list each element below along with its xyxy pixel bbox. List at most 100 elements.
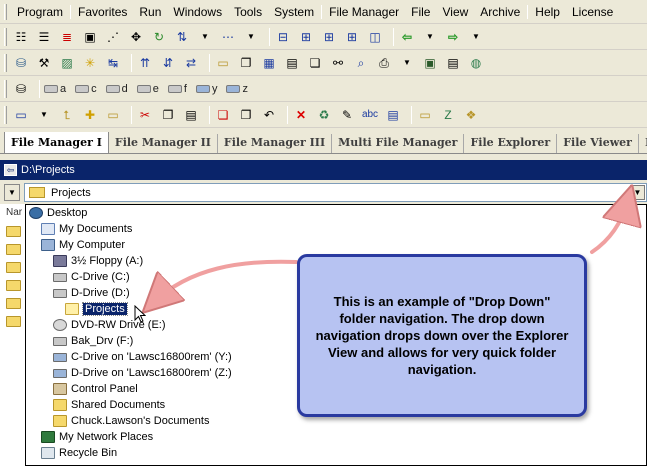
chevron-down-icon[interactable]: ▼	[242, 28, 260, 46]
tab-file-manager-2[interactable]: File Manager II	[109, 134, 218, 153]
menu-license[interactable]: License	[566, 2, 619, 22]
toolbar-grip[interactable]	[4, 54, 7, 72]
back-icon[interactable]: ⇦	[4, 164, 17, 176]
folder-up-icon[interactable]: ▭	[104, 106, 122, 124]
chevron-down-icon[interactable]: ▼	[467, 28, 485, 46]
swap-icon[interactable]: ⇄	[182, 54, 200, 72]
tree-item-shared-documents[interactable]: Shared Documents	[53, 397, 165, 413]
delete-icon[interactable]: ✕	[292, 106, 310, 124]
binoculars-icon[interactable]: ⚯	[329, 54, 347, 72]
forward-arrow-icon[interactable]: ⇨	[444, 28, 462, 46]
tree-item-floppy[interactable]: 3½ Floppy (A:)	[53, 253, 143, 269]
layout-four-icon[interactable]: ⊞	[343, 28, 361, 46]
cut-icon[interactable]: ✂	[136, 106, 154, 124]
paste-icon[interactable]: ▤	[182, 106, 200, 124]
drive-e-button[interactable]: e	[136, 80, 163, 98]
menu-view[interactable]: View	[436, 2, 474, 22]
document-icon[interactable]: ▤	[283, 54, 301, 72]
tree-item-network-drive-z[interactable]: D-Drive on 'Lawsc16800rem' (Z:)	[53, 365, 232, 381]
documents-icon[interactable]: ❏	[306, 54, 324, 72]
tree-item-bak-drive[interactable]: Bak_Drv (F:)	[53, 333, 133, 349]
folder-icon[interactable]: ▭	[214, 54, 232, 72]
tree-item-desktop[interactable]: Desktop	[29, 205, 87, 221]
tree-item-control-panel[interactable]: Control Panel	[53, 381, 138, 397]
chevron-down-icon[interactable]: ▼	[398, 54, 416, 72]
tree-item-network-drive-y[interactable]: C-Drive on 'Lawsc16800rem' (Y:)	[53, 349, 232, 365]
tab-folder-information[interactable]: Folder Inform	[639, 134, 647, 153]
chevron-down-icon[interactable]: ▼	[4, 184, 20, 201]
new-icon[interactable]: ✳	[81, 54, 99, 72]
back-arrow-icon[interactable]: ⇦	[398, 28, 416, 46]
search-icon[interactable]: ⌕	[352, 54, 370, 72]
copy-files-icon[interactable]: ❐	[237, 54, 255, 72]
console-icon[interactable]: ▤	[444, 54, 462, 72]
print-icon[interactable]: ⎙	[375, 54, 393, 72]
tree-item-d-drive[interactable]: D-Drive (D:)	[53, 285, 130, 301]
zip-icon[interactable]: Z	[439, 106, 457, 124]
list-view-icon[interactable]: ☰	[35, 28, 53, 46]
layout-three-icon[interactable]: ⊞	[320, 28, 338, 46]
drive-y-button[interactable]: y	[195, 80, 222, 98]
tools-icon[interactable]: ⚒	[35, 54, 53, 72]
menu-archive[interactable]: Archive	[474, 2, 526, 22]
menu-file[interactable]: File	[405, 2, 436, 22]
tree-item-c-drive[interactable]: C-Drive (C:)	[53, 269, 130, 285]
menu-run[interactable]: Run	[133, 2, 167, 22]
drive-d-button[interactable]: d	[105, 80, 132, 98]
explorer-list-pane[interactable]: Nar	[0, 204, 26, 466]
compare-icon[interactable]: ⇵	[159, 54, 177, 72]
menu-file-manager[interactable]: File Manager	[323, 2, 405, 22]
menu-help[interactable]: Help	[529, 2, 566, 22]
drive-f-button[interactable]: f	[167, 80, 191, 98]
folder-dropdown[interactable]: Projects ▼	[24, 183, 647, 202]
move-to-icon[interactable]: ❐	[237, 106, 255, 124]
image-icon[interactable]: ▨	[58, 54, 76, 72]
tab-file-manager-1[interactable]: File Manager I	[4, 132, 109, 153]
tree-item-dvd-drive[interactable]: DVD-RW Drive (E:)	[53, 317, 166, 333]
tab-file-manager-3[interactable]: File Manager III	[218, 134, 333, 153]
toolbar-grip[interactable]	[4, 80, 7, 98]
properties-icon[interactable]: ▤	[384, 106, 402, 124]
menu-program[interactable]: Program	[11, 2, 69, 22]
tree-item-recycle-bin[interactable]: Recycle Bin	[41, 445, 117, 461]
tree-item-user-documents[interactable]: Chuck.Lawson's Documents	[53, 413, 209, 429]
menu-tools[interactable]: Tools	[228, 2, 268, 22]
undo-icon[interactable]: ↶	[260, 106, 278, 124]
toolbar-grip[interactable]	[4, 106, 7, 124]
chevron-down-icon[interactable]: ▼	[421, 28, 439, 46]
up-folder-icon[interactable]: ⮤	[58, 106, 76, 124]
drive-z-button[interactable]: z	[226, 80, 252, 98]
details-view-icon[interactable]: ≣	[58, 28, 76, 46]
menu-system[interactable]: System	[268, 2, 320, 22]
tab-file-explorer[interactable]: File Explorer	[464, 134, 558, 153]
tab-multi-file-manager[interactable]: Multi File Manager	[332, 134, 465, 153]
tree-view-icon[interactable]: ☷	[12, 28, 30, 46]
tree-item-network-places[interactable]: My Network Places	[41, 429, 153, 445]
drives-icon[interactable]: ⛁	[12, 80, 30, 98]
chevron-down-icon[interactable]: ▼	[196, 28, 214, 46]
globe-icon[interactable]: ◍	[467, 54, 485, 72]
copy-to-icon[interactable]: ❏	[214, 106, 232, 124]
menu-grip[interactable]	[4, 3, 7, 20]
chevron-down-icon[interactable]: ▼	[35, 106, 53, 124]
recycle-icon[interactable]: ♻	[315, 106, 333, 124]
rename-icon[interactable]: ↹	[104, 54, 122, 72]
menu-windows[interactable]: Windows	[167, 2, 228, 22]
sync-up-icon[interactable]: ⇈	[136, 54, 154, 72]
move-icon[interactable]: ✥	[127, 28, 145, 46]
package-icon[interactable]: ❖	[462, 106, 480, 124]
tree-item-my-computer[interactable]: My Computer	[41, 237, 125, 253]
computer-icon[interactable]: ▭	[12, 106, 30, 124]
drive-a-button[interactable]: a	[44, 80, 70, 98]
new-folder-icon[interactable]: ✚	[81, 106, 99, 124]
sort-icon[interactable]: ⇅	[173, 28, 191, 46]
layout-one-icon[interactable]: ⊟	[274, 28, 292, 46]
archive-icon[interactable]: ▭	[416, 106, 434, 124]
calendar-icon[interactable]: ▦	[260, 54, 278, 72]
name-column-header[interactable]: Nar	[6, 207, 22, 218]
filter-icon[interactable]: ⋯	[219, 28, 237, 46]
copy-icon[interactable]: ❐	[159, 106, 177, 124]
spell-check-icon[interactable]: abc	[361, 106, 379, 124]
layout-columns-icon[interactable]: ◫	[366, 28, 384, 46]
thumbnail-icon[interactable]: ▣	[81, 28, 99, 46]
